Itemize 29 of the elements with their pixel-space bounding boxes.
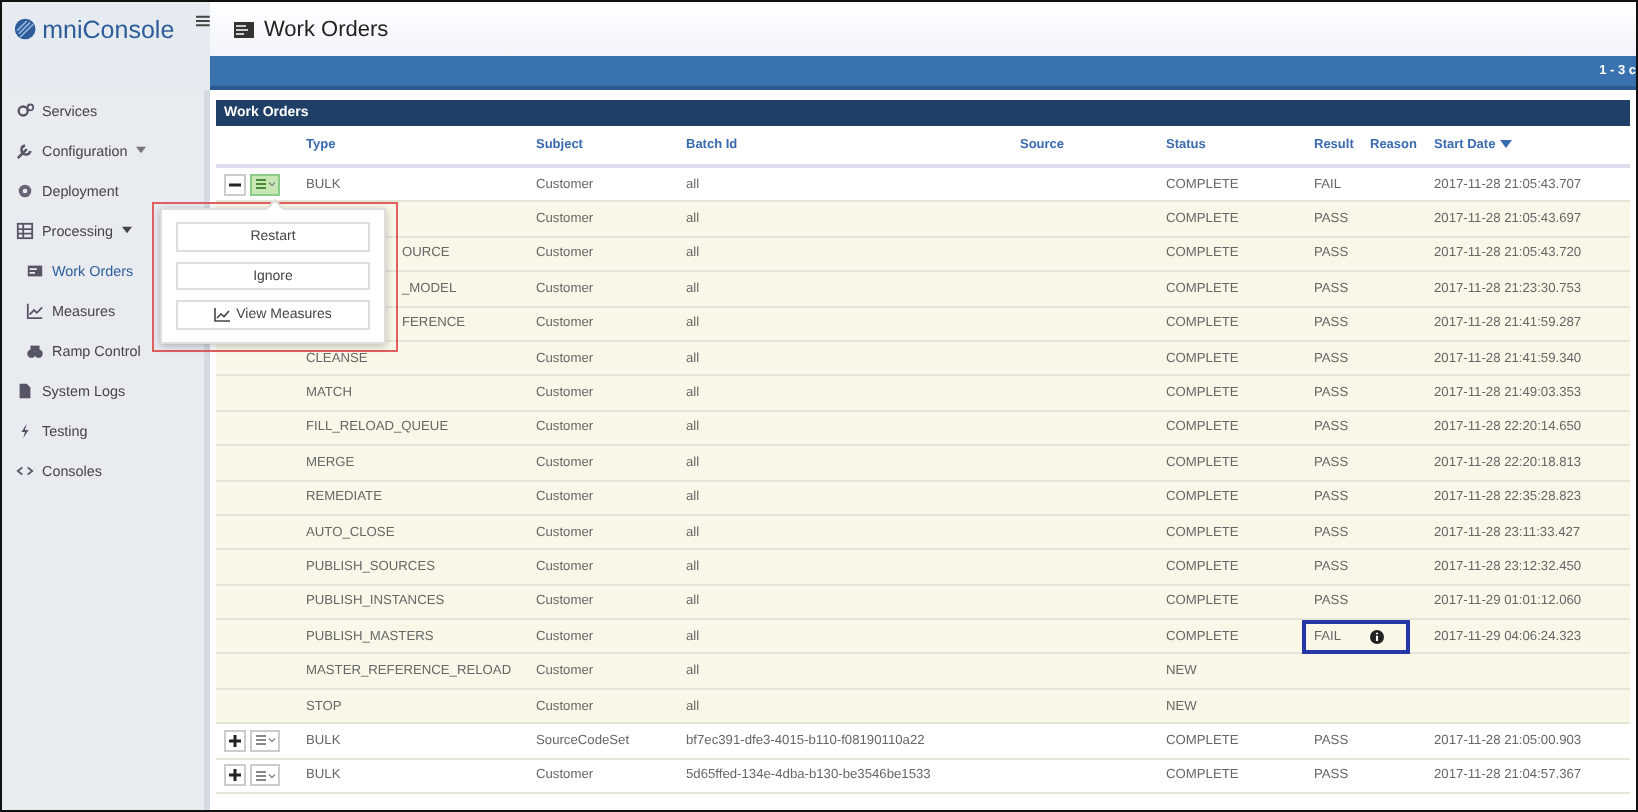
plus-icon [228,733,242,748]
caret-icon [135,146,146,154]
nav-icon [16,221,34,239]
info-icon[interactable] [1370,630,1384,645]
list-icon [255,178,275,191]
logo-icon [14,16,37,42]
nav-icon [16,181,34,199]
nav-icon [16,461,34,479]
row-menu-button[interactable] [250,173,280,196]
menu-item-icon [26,261,44,279]
menu-item-icon [26,341,44,359]
window-icon [234,21,254,37]
chart-icon [214,308,231,323]
collapse-button[interactable] [224,173,246,196]
nav-icon [16,381,34,399]
expand-button[interactable] [224,729,246,752]
nav-icon [16,141,34,159]
menu-icon[interactable] [196,14,210,28]
caret-icon [121,226,132,234]
plus-icon [228,768,242,783]
list-icon [255,769,275,782]
list-icon [255,734,275,747]
menu-item-icon [26,301,44,319]
page-title: Work Orders [264,17,389,41]
nav-icon [16,421,34,439]
nav-icon [16,101,34,119]
sort-icon[interactable] [1499,140,1512,148]
expand-button[interactable] [224,764,246,787]
app-logo: mniConsole [42,15,175,43]
